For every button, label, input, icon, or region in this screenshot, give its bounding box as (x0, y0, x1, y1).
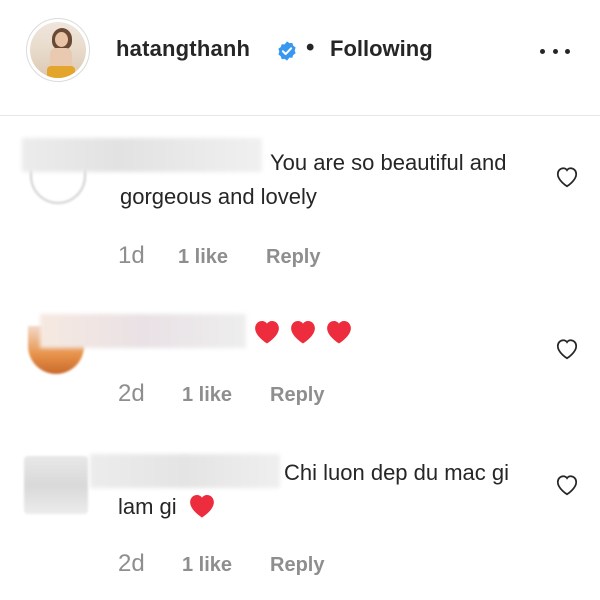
profile-avatar[interactable] (26, 18, 90, 82)
avatar-photo (30, 22, 86, 78)
comment-timestamp[interactable]: 2d (118, 550, 145, 578)
commenter-avatar-blurred[interactable] (24, 456, 88, 514)
comment-like-count[interactable]: 1 like (178, 246, 228, 269)
comment-text: You are so beautiful and gorgeous and lo… (120, 146, 520, 214)
commenter-name-blurred[interactable] (40, 314, 246, 348)
reply-button[interactable]: Reply (270, 384, 324, 407)
comment-like-count[interactable]: 1 like (182, 554, 232, 577)
comment-meta: 1d 1 like Reply (0, 242, 600, 272)
comment-timestamp[interactable]: 1d (118, 242, 145, 270)
comment-text: Chi luon dep du mac gi lam gi (118, 456, 528, 524)
comment-meta: 2d 1 like Reply (0, 380, 600, 410)
separator-dot: • (306, 34, 315, 61)
comment-timestamp[interactable]: 2d (118, 380, 145, 408)
comment-item: Chi luon dep du mac gi lam gi 2d 1 like … (0, 436, 600, 600)
heart-outline-icon[interactable] (554, 164, 580, 188)
red-heart-emoji (291, 321, 315, 344)
red-heart-emoji (189, 495, 214, 518)
comment-body: Chi luon dep du mac gi lam gi (118, 460, 510, 519)
post-header: hatangthanh • Following (0, 0, 600, 116)
comment-item: 2d 1 like Reply (0, 296, 600, 436)
username-link[interactable]: hatangthanh (116, 36, 250, 62)
following-button[interactable]: Following (330, 36, 433, 62)
red-heart-emoji (327, 321, 351, 344)
verified-badge-icon (278, 41, 296, 61)
red-heart-emoji (255, 321, 279, 344)
reply-button[interactable]: Reply (266, 246, 320, 269)
comment-text (252, 316, 452, 350)
reply-button[interactable]: Reply (270, 554, 324, 577)
comment-item: You are so beautiful and gorgeous and lo… (0, 116, 600, 296)
heart-outline-icon[interactable] (554, 472, 580, 496)
heart-outline-icon[interactable] (554, 336, 580, 360)
comment-meta: 2d 1 like Reply (0, 550, 600, 580)
comment-body: You are so beautiful and gorgeous and lo… (120, 150, 507, 209)
comment-like-count[interactable]: 1 like (182, 384, 232, 407)
more-options-icon[interactable] (540, 40, 570, 62)
